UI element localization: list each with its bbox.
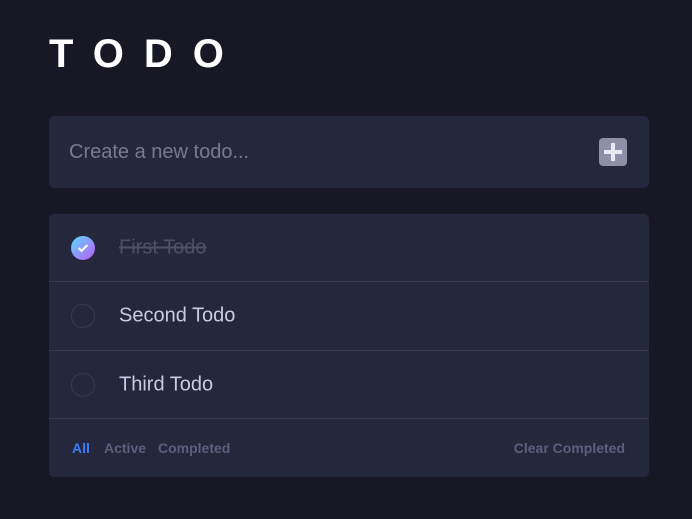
clear-completed-button[interactable]: Clear Completed — [514, 440, 625, 456]
filter-completed[interactable]: Completed — [158, 440, 230, 456]
new-todo-input[interactable] — [69, 116, 589, 188]
app-title: TODO — [49, 32, 244, 76]
todo-footer: All Active Completed Clear Completed — [49, 419, 649, 477]
checkmark-icon — [77, 243, 89, 252]
todo-checkbox-checked[interactable] — [71, 235, 95, 260]
todo-text[interactable]: Third Todo — [119, 373, 213, 396]
todo-checkbox[interactable] — [71, 304, 95, 328]
todo-text[interactable]: Second Todo — [119, 305, 235, 328]
todo-checkbox[interactable] — [71, 372, 95, 397]
todo-text[interactable]: First Todo — [119, 236, 206, 259]
new-todo-bar — [49, 116, 649, 188]
filter-all[interactable]: All — [72, 440, 90, 456]
add-todo-button[interactable] — [599, 138, 627, 166]
filter-active[interactable]: Active — [104, 440, 146, 456]
todo-item: Second Todo — [49, 282, 649, 351]
plus-icon — [604, 143, 622, 161]
todo-item: Third Todo — [49, 351, 649, 419]
todo-list: First Todo Second Todo Third Todo All Ac… — [49, 214, 649, 477]
todo-item: First Todo — [49, 214, 649, 282]
